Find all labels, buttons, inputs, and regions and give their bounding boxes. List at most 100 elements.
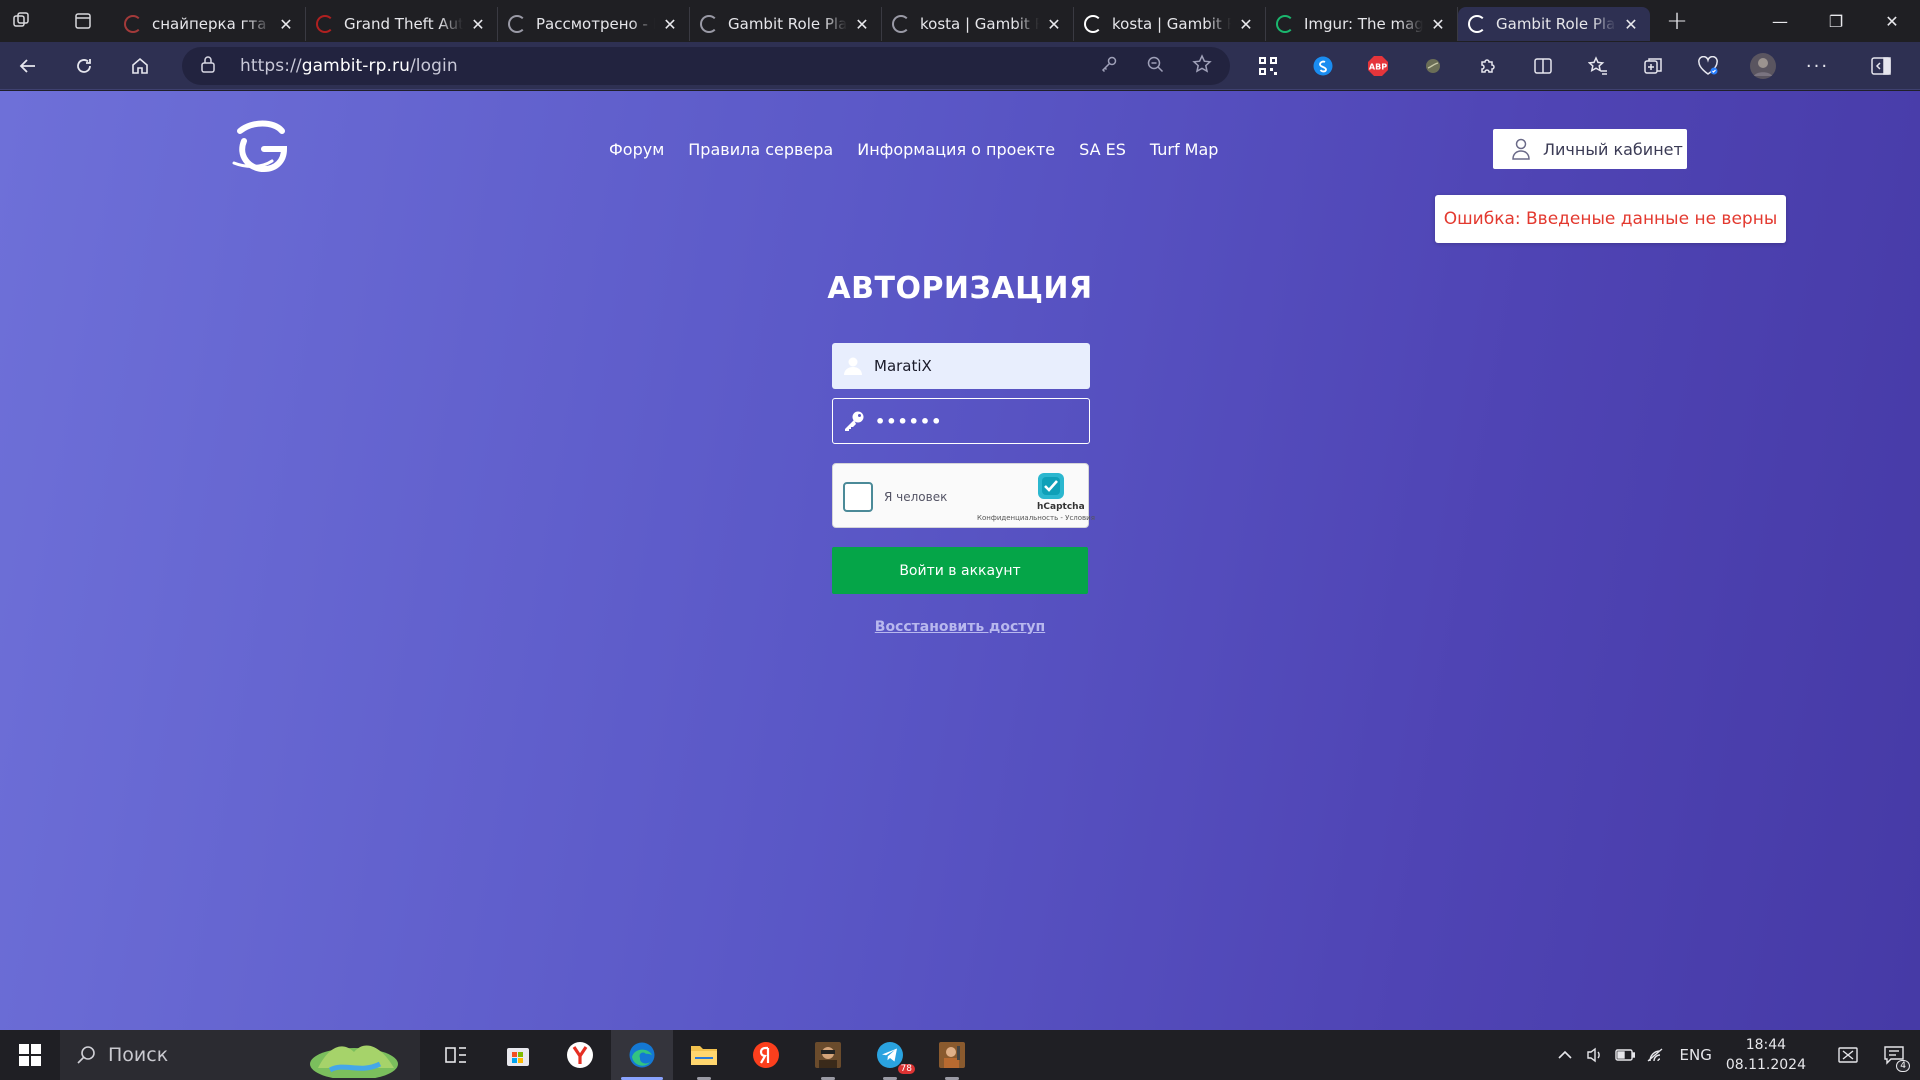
browser-tab[interactable]: Imgur: The magic ✕ bbox=[1266, 7, 1458, 41]
browser-tab[interactable]: Gambit Role Play ✕ bbox=[690, 7, 882, 41]
tab-close-icon[interactable]: ✕ bbox=[469, 15, 487, 34]
workspaces-icon[interactable] bbox=[0, 0, 42, 42]
password-field[interactable] bbox=[832, 398, 1090, 444]
restore-access-link[interactable]: Восстановить доступ bbox=[875, 619, 1045, 635]
close-window-button[interactable]: ✕ bbox=[1864, 0, 1920, 42]
heart-shield-icon[interactable] bbox=[1680, 42, 1735, 90]
telegram-icon[interactable]: 78 bbox=[859, 1030, 921, 1080]
restore-button[interactable]: ❐ bbox=[1808, 0, 1864, 42]
profile-avatar[interactable] bbox=[1735, 42, 1790, 90]
tab-favicon-icon bbox=[1084, 15, 1102, 33]
nav-forum[interactable]: Форум bbox=[609, 140, 664, 159]
tab-close-icon[interactable]: ✕ bbox=[277, 15, 295, 34]
nav-server-rules[interactable]: Правила сервера bbox=[688, 140, 833, 159]
nav-sa-es[interactable]: SA ES bbox=[1079, 140, 1126, 159]
taskbar-search[interactable]: Поиск bbox=[60, 1030, 420, 1080]
yandex-browser-icon[interactable] bbox=[549, 1030, 611, 1080]
qr-icon[interactable] bbox=[1240, 42, 1295, 90]
game-app-icon[interactable] bbox=[797, 1030, 859, 1080]
favorite-star-icon[interactable] bbox=[1192, 54, 1212, 78]
tab-close-icon[interactable]: ✕ bbox=[1045, 15, 1063, 34]
browser-tab[interactable]: Grand Theft Auto ✕ bbox=[306, 7, 498, 41]
captcha-links[interactable]: Конфиденциальность - Условия bbox=[977, 514, 1095, 522]
error-message: Ошибка: Введеные данные не верны bbox=[1443, 209, 1778, 229]
browser-tab[interactable]: kosta | Gambit Ro ✕ bbox=[1074, 7, 1266, 41]
user-icon bbox=[842, 355, 864, 377]
tab-close-icon[interactable]: ✕ bbox=[1237, 15, 1255, 34]
clock-time: 18:44 bbox=[1745, 1037, 1787, 1053]
tab-title: Gambit Role Play bbox=[728, 15, 847, 33]
browser-tab[interactable]: Рассмотрено - M ✕ bbox=[498, 7, 690, 41]
extension-row: ABP ··· bbox=[1240, 42, 1908, 90]
adblock-icon[interactable]: ABP bbox=[1350, 42, 1405, 90]
favorites-icon[interactable] bbox=[1570, 42, 1625, 90]
tab-close-icon[interactable]: ✕ bbox=[661, 15, 679, 34]
hcaptcha-widget: Я человек hCaptcha Конфиденциальность - … bbox=[832, 463, 1095, 528]
new-tab-button[interactable]: + bbox=[1656, 6, 1698, 36]
tab-favicon-icon bbox=[316, 15, 334, 33]
more-icon[interactable]: ··· bbox=[1790, 42, 1845, 90]
page-viewport: Форум Правила сервера Информация о проек… bbox=[0, 91, 1920, 1030]
url-text[interactable]: https://gambit-rp.ru/login bbox=[240, 56, 458, 76]
minimize-button[interactable]: — bbox=[1752, 0, 1808, 42]
tab-title: kosta | Gambit Ro bbox=[1112, 15, 1231, 33]
login-button[interactable]: Войти в аккаунт bbox=[832, 547, 1088, 594]
key-icon[interactable] bbox=[1100, 55, 1118, 77]
battery-icon[interactable] bbox=[1610, 1049, 1640, 1061]
browser-tab[interactable]: Gambit Role Play ✕ bbox=[1458, 7, 1650, 41]
start-button[interactable] bbox=[0, 1030, 60, 1080]
file-explorer-icon[interactable] bbox=[673, 1030, 735, 1080]
nav-project-info[interactable]: Информация о проекте bbox=[857, 140, 1055, 159]
notifications-icon[interactable]: 4 bbox=[1868, 1030, 1920, 1080]
wifi-icon[interactable] bbox=[1640, 1047, 1670, 1063]
browser-tab[interactable]: снайперка гта са ✕ bbox=[114, 7, 306, 41]
edge-browser-icon[interactable] bbox=[611, 1030, 673, 1080]
show-desktop-icon[interactable] bbox=[1828, 1047, 1868, 1063]
split-screen-icon[interactable] bbox=[1515, 42, 1570, 90]
system-tray: ENG 18:44 08.11.2024 4 bbox=[1550, 1030, 1920, 1080]
tab-favicon-icon bbox=[892, 15, 910, 33]
hcaptcha-brand: hCaptcha bbox=[1037, 502, 1085, 512]
tab-favicon-icon bbox=[1276, 15, 1294, 33]
yandex-icon[interactable] bbox=[735, 1030, 797, 1080]
reload-button[interactable] bbox=[56, 42, 112, 90]
tab-title: снайперка гта са bbox=[152, 15, 271, 33]
tab-title: Grand Theft Auto bbox=[344, 15, 463, 33]
sidebar-icon[interactable] bbox=[1853, 42, 1908, 90]
microsoft-store-icon[interactable] bbox=[487, 1030, 549, 1080]
password-input[interactable] bbox=[875, 411, 1075, 431]
tab-close-icon[interactable]: ✕ bbox=[1622, 15, 1640, 34]
windows-taskbar: Поиск 78 ENG 18:44 08.11.2024 4 bbox=[0, 1030, 1920, 1080]
clock[interactable]: 18:44 08.11.2024 bbox=[1726, 1035, 1806, 1075]
extension-orb-icon[interactable] bbox=[1405, 42, 1460, 90]
tab-close-icon[interactable]: ✕ bbox=[1429, 15, 1447, 34]
address-bar[interactable]: https://gambit-rp.ru/login bbox=[182, 47, 1230, 85]
url-scheme: https:// bbox=[240, 56, 302, 76]
chevron-up-icon[interactable] bbox=[1550, 1050, 1580, 1060]
username-input[interactable] bbox=[874, 357, 1074, 375]
username-field[interactable] bbox=[832, 343, 1090, 389]
key-icon bbox=[843, 410, 865, 432]
gambit-logo[interactable] bbox=[230, 119, 290, 175]
volume-icon[interactable] bbox=[1580, 1047, 1610, 1063]
shazam-icon[interactable] bbox=[1295, 42, 1350, 90]
back-button[interactable] bbox=[0, 42, 56, 90]
tab-actions-icon[interactable] bbox=[62, 0, 104, 42]
puzzle-icon[interactable] bbox=[1460, 42, 1515, 90]
tab-close-icon[interactable]: ✕ bbox=[853, 15, 871, 34]
captcha-checkbox[interactable] bbox=[843, 482, 873, 512]
task-view-icon[interactable] bbox=[425, 1030, 487, 1080]
search-icon bbox=[77, 1046, 95, 1064]
error-notification[interactable]: Ошибка: Введеные данные не верны bbox=[1435, 195, 1786, 243]
tab-title: Gambit Role Play bbox=[1496, 15, 1616, 33]
language-indicator[interactable]: ENG bbox=[1680, 1046, 1712, 1064]
game-app-2-icon[interactable] bbox=[921, 1030, 983, 1080]
personal-cabinet-button[interactable]: Личный кабинет bbox=[1493, 129, 1687, 169]
lock-icon[interactable] bbox=[200, 55, 220, 77]
collections-icon[interactable] bbox=[1625, 42, 1680, 90]
zoom-icon[interactable] bbox=[1146, 55, 1164, 77]
home-button[interactable] bbox=[112, 42, 168, 90]
url-host: gambit-rp.ru bbox=[301, 56, 410, 76]
browser-tab[interactable]: kosta | Gambit Ro ✕ bbox=[882, 7, 1074, 41]
nav-turf-map[interactable]: Turf Map bbox=[1150, 140, 1219, 159]
